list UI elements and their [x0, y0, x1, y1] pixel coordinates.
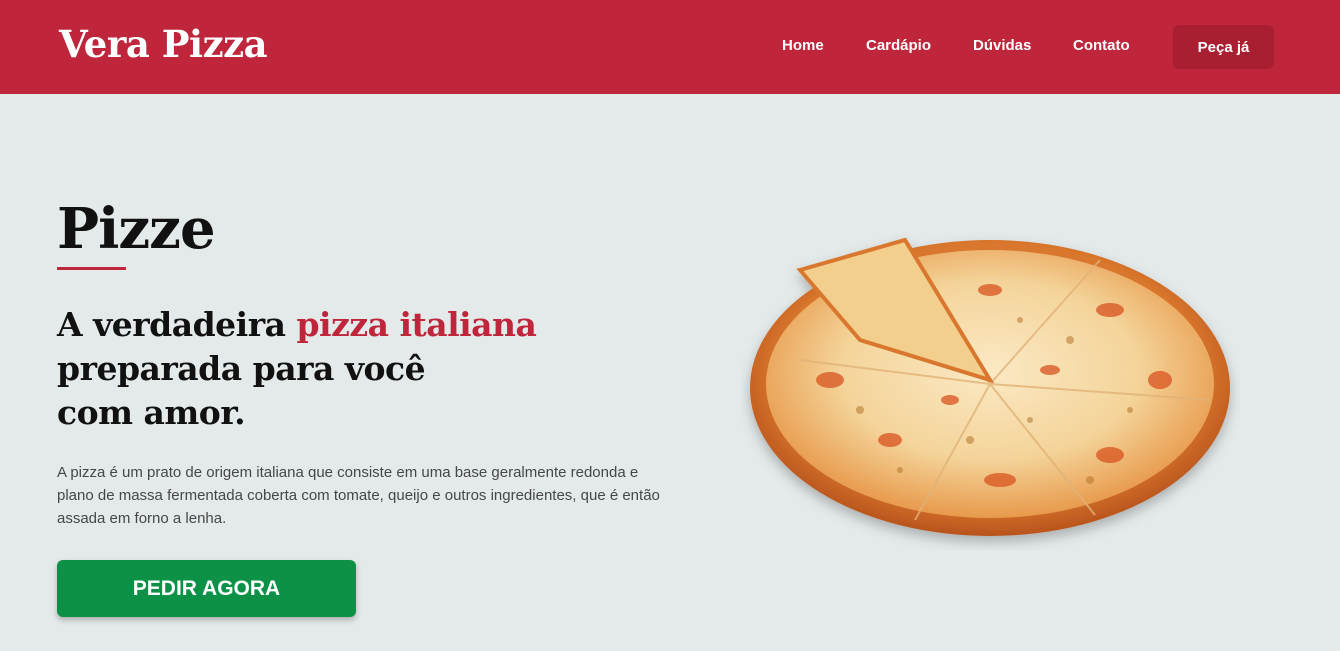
headline-line3: com amor. — [57, 393, 246, 432]
brand-logo[interactable]: Vera Pizza — [59, 22, 268, 66]
nav-cardapio[interactable]: Cardápio — [866, 37, 931, 54]
nav-home[interactable]: Home — [782, 37, 824, 54]
headline-part1: A verdadeira — [57, 305, 297, 344]
order-cta-button[interactable]: PEDIR AGORA — [57, 560, 356, 617]
title-underline — [57, 267, 126, 270]
nav-duvidas[interactable]: Dúvidas — [973, 37, 1031, 54]
order-now-button[interactable]: Peça já — [1173, 25, 1274, 69]
pizza-image — [740, 230, 1240, 550]
hero-description: A pizza é um prato de origem italiana qu… — [57, 464, 660, 527]
headline-line2: preparada para você — [57, 349, 426, 388]
site-header: Vera Pizza Home Cardápio Dúvidas Contato… — [0, 0, 1340, 94]
nav-contato[interactable]: Contato — [1073, 37, 1130, 54]
hero-title: Pizze — [57, 196, 216, 262]
hero-headline: A verdadeira pizza italiana preparada pa… — [57, 303, 617, 435]
headline-accent: pizza italiana — [296, 305, 537, 344]
